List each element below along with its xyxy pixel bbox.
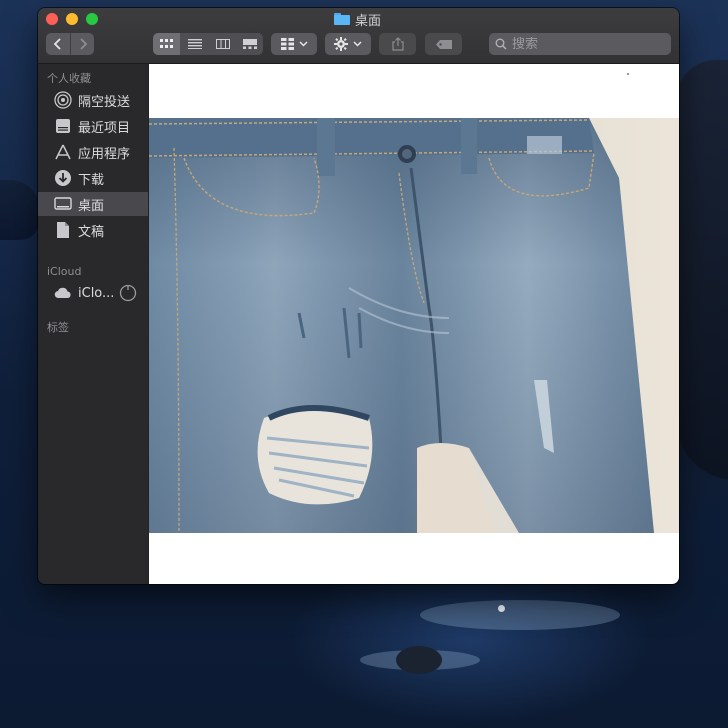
folder-icon xyxy=(334,13,350,25)
jeans-image xyxy=(149,118,679,533)
close-button[interactable] xyxy=(46,13,58,25)
sidebar-item-label: 隔空投送 xyxy=(78,94,131,110)
desktop-icon xyxy=(54,195,72,213)
group-button[interactable] xyxy=(271,33,317,55)
downloads-icon xyxy=(54,169,72,187)
sidebar-item-airdrop[interactable]: 隔空投送 xyxy=(38,88,148,112)
sidebar-section-favorites: 个人收藏 xyxy=(47,72,91,85)
action-button[interactable] xyxy=(325,33,371,55)
list-icon xyxy=(187,39,202,49)
sidebar-item-label: iClo... xyxy=(78,285,115,301)
icon-grid-icon xyxy=(159,39,173,48)
chevron-down-icon xyxy=(298,41,308,47)
wallpaper-light-dot xyxy=(498,605,505,612)
tag-icon xyxy=(435,39,452,49)
sidebar-item-label: 桌面 xyxy=(78,198,105,214)
wallpaper-island xyxy=(676,60,728,480)
forward-button[interactable] xyxy=(71,33,94,55)
wallpaper-surf xyxy=(420,600,620,630)
applications-icon xyxy=(54,143,72,161)
sync-progress-icon xyxy=(119,284,137,306)
recents-icon xyxy=(54,117,72,135)
gear-icon xyxy=(334,37,348,51)
sidebar-item-downloads[interactable]: 下载 xyxy=(38,166,148,190)
share-button[interactable] xyxy=(379,33,416,55)
search-icon xyxy=(495,38,507,50)
sidebar-item-icloud-drive[interactable]: iClo... xyxy=(38,281,148,305)
wallpaper-coast xyxy=(0,180,40,240)
window-title: 桌面 xyxy=(334,10,382,29)
tag-button[interactable] xyxy=(425,33,462,55)
sidebar-item-label: 文稿 xyxy=(78,224,105,240)
content-area xyxy=(149,64,679,584)
sidebar-section-icloud: iCloud xyxy=(47,265,82,278)
gallery-view-button[interactable] xyxy=(237,33,263,55)
title-bar: 桌面 xyxy=(38,8,679,64)
sidebar: 个人收藏 隔空投送 最近项目 应用程序 下载 桌面 文稿 iCloud iClo… xyxy=(38,64,148,584)
jeans-photo[interactable] xyxy=(149,118,679,533)
chevron-down-icon xyxy=(353,41,362,47)
share-icon xyxy=(391,37,404,51)
chevron-left-icon xyxy=(53,38,61,50)
sidebar-item-label: 应用程序 xyxy=(78,146,131,162)
navigation-buttons xyxy=(46,33,94,55)
content-speck xyxy=(627,73,629,75)
sidebar-item-label: 下载 xyxy=(78,172,105,188)
sidebar-item-desktop[interactable]: 桌面 xyxy=(38,192,148,216)
chevron-right-icon xyxy=(79,38,87,50)
back-button[interactable] xyxy=(46,33,70,55)
sidebar-section-tags: 标签 xyxy=(47,321,69,334)
icon-view-button[interactable] xyxy=(153,33,180,55)
sidebar-item-documents[interactable]: 文稿 xyxy=(38,218,148,242)
finder-window: 桌面 搜索 个人收藏 隔空投送 最近项目 应用程序 下载 桌面 文稿 iClou… xyxy=(38,8,679,584)
gallery-icon xyxy=(243,39,257,49)
column-view-button[interactable] xyxy=(209,33,236,55)
search-field[interactable] xyxy=(489,33,671,55)
window-title-text: 桌面 xyxy=(355,13,382,29)
sidebar-item-applications[interactable]: 应用程序 xyxy=(38,140,148,164)
airdrop-icon xyxy=(54,91,72,109)
icloud-icon xyxy=(54,284,72,302)
group-grid-icon xyxy=(280,38,294,50)
document-icon xyxy=(54,221,72,239)
sidebar-item-label: 最近项目 xyxy=(78,120,131,136)
search-input[interactable] xyxy=(512,36,662,52)
zoom-button[interactable] xyxy=(86,13,98,25)
list-view-button[interactable] xyxy=(181,33,208,55)
sidebar-item-recents[interactable]: 最近项目 xyxy=(38,114,148,138)
wallpaper-rock xyxy=(396,646,442,674)
view-mode-control xyxy=(153,33,263,55)
columns-icon xyxy=(215,39,230,49)
minimize-button[interactable] xyxy=(66,13,78,25)
